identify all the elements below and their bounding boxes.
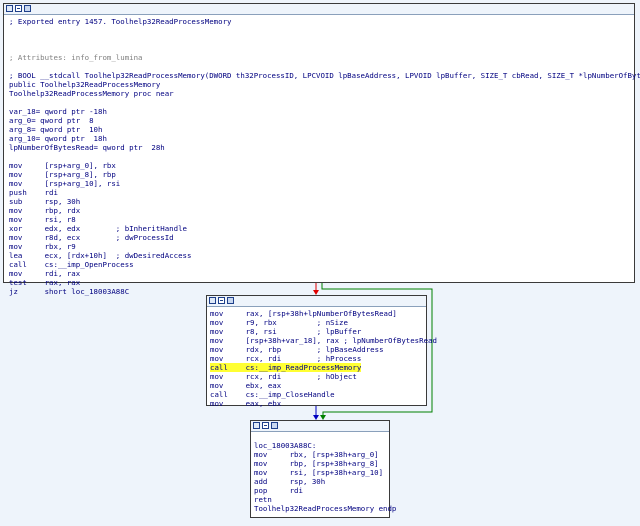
code-label[interactable]: loc_18003A88C: bbox=[254, 441, 316, 450]
block-collapse-icon[interactable] bbox=[15, 5, 22, 12]
code-line[interactable]: test rax, rax bbox=[9, 278, 80, 287]
code-line[interactable]: ; BOOL __stdcall Toolhelp32ReadProcessMe… bbox=[9, 71, 640, 80]
block-color-icon[interactable] bbox=[6, 5, 13, 12]
code-line[interactable]: mov [rsp+arg_10], rsi bbox=[9, 179, 120, 188]
code-line[interactable]: add rsp, 30h bbox=[254, 477, 325, 486]
code-line[interactable]: arg_0= qword ptr 8 bbox=[9, 116, 94, 125]
code-line[interactable]: mov r8d, ecx ; dwProcessId bbox=[9, 233, 174, 242]
code-line-call-readprocessmemory[interactable]: call cs:__imp_ReadProcessMemory bbox=[210, 363, 362, 372]
block-grid-icon[interactable] bbox=[271, 422, 278, 429]
block-color-icon[interactable] bbox=[253, 422, 260, 429]
code-line[interactable]: pop rdi bbox=[254, 486, 303, 495]
code-line[interactable]: ; Attributes: info_from_lumina bbox=[9, 53, 143, 62]
code-line[interactable]: mov rbp, rdx bbox=[9, 206, 80, 215]
code-line-jz[interactable]: jz short loc_18003A88C bbox=[9, 287, 129, 296]
code-line[interactable]: mov rbx, [rsp+38h+arg_0] bbox=[254, 450, 379, 459]
code-line[interactable]: arg_10= qword ptr 18h bbox=[9, 134, 107, 143]
code-line[interactable]: mov rsi, r8 bbox=[9, 215, 76, 224]
block-grid-icon[interactable] bbox=[24, 5, 31, 12]
code-block-entry[interactable]: ; Exported entry 1457. Toolhelp32ReadPro… bbox=[3, 3, 640, 296]
code-line[interactable]: mov r8, rsi ; lpBuffer bbox=[210, 327, 361, 336]
code-line[interactable]: mov rcx, rdi ; hObject bbox=[210, 372, 357, 381]
block-header bbox=[4, 4, 634, 15]
code-line[interactable]: sub rsp, 30h bbox=[9, 197, 80, 206]
block-header bbox=[251, 421, 389, 432]
code-line[interactable]: mov [rsp+38h+var_18], rax ; lpNumberOfBy… bbox=[210, 336, 437, 345]
block-grid-icon[interactable] bbox=[227, 297, 234, 304]
code-line[interactable]: mov rax, [rsp+38h+lpNumberOfBytesRead] bbox=[210, 309, 397, 318]
code-line[interactable]: public Toolhelp32ReadProcessMemory bbox=[9, 80, 160, 89]
code-line[interactable]: mov ebx, eax bbox=[210, 381, 281, 390]
code-block-epilogue[interactable]: loc_18003A88C: mov rbx, [rsp+38h+arg_0] … bbox=[250, 420, 396, 518]
code-block-read-memory[interactable]: mov rax, [rsp+38h+lpNumberOfBytesRead] m… bbox=[206, 295, 437, 408]
code-line[interactable]: mov r9, rbx ; nSize bbox=[210, 318, 348, 327]
code-line[interactable]: mov eax, ebx bbox=[210, 399, 281, 408]
block-collapse-icon[interactable] bbox=[218, 297, 225, 304]
code-line-call-closehandle[interactable]: call cs:__imp_CloseHandle bbox=[210, 390, 335, 399]
code-line[interactable]: mov rcx, rdi ; hProcess bbox=[210, 354, 361, 363]
code-line-call-openprocess[interactable]: call cs:__imp_OpenProcess bbox=[9, 260, 134, 269]
code-line[interactable]: mov [rsp+arg_0], rbx bbox=[9, 161, 116, 170]
code-line[interactable]: mov rsi, [rsp+38h+arg_10] bbox=[254, 468, 383, 477]
code-line[interactable]: lea ecx, [rdx+10h] ; dwDesiredAccess bbox=[9, 251, 191, 260]
block-collapse-icon[interactable] bbox=[262, 422, 269, 429]
block-color-icon[interactable] bbox=[209, 297, 216, 304]
block-header bbox=[207, 296, 426, 307]
code-line[interactable]: xor edx, edx ; bInheritHandle bbox=[9, 224, 187, 233]
code-line[interactable]: mov rdx, rbp ; lpBaseAddress bbox=[210, 345, 384, 354]
code-line[interactable]: push rdi bbox=[9, 188, 58, 197]
code-line[interactable]: lpNumberOfBytesRead= qword ptr 28h bbox=[9, 143, 165, 152]
code-line[interactable]: mov rbx, r9 bbox=[9, 242, 76, 251]
code-line[interactable]: var_18= qword ptr -18h bbox=[9, 107, 107, 116]
highlighted-symbol[interactable]: call cs:__imp_ReadProcessMemory bbox=[210, 363, 362, 372]
code-line[interactable]: ; Exported entry 1457. Toolhelp32ReadPro… bbox=[9, 17, 231, 26]
code-line[interactable]: mov rbp, [rsp+38h+arg_8] bbox=[254, 459, 379, 468]
code-line[interactable]: mov [rsp+arg_8], rbp bbox=[9, 170, 116, 179]
code-line[interactable]: retn bbox=[254, 495, 272, 504]
code-line[interactable]: Toolhelp32ReadProcessMemory endp bbox=[254, 504, 396, 513]
code-line[interactable]: Toolhelp32ReadProcessMemory proc near bbox=[9, 89, 174, 98]
code-line[interactable]: mov rdi, rax bbox=[9, 269, 80, 278]
code-line[interactable]: arg_8= qword ptr 10h bbox=[9, 125, 102, 134]
